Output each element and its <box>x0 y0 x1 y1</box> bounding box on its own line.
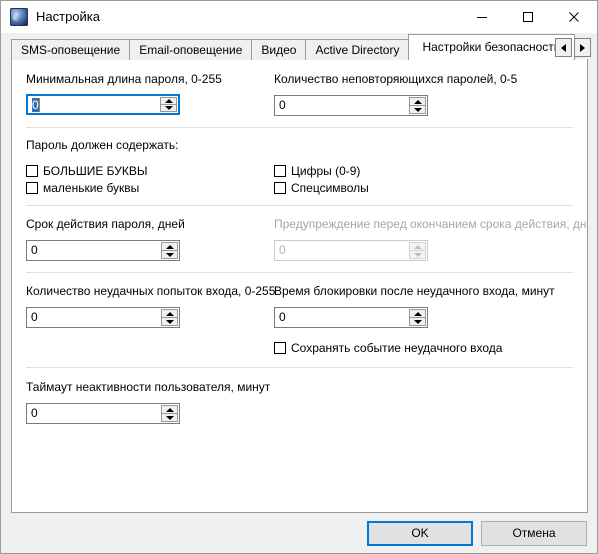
stepper-down-icon[interactable] <box>161 318 178 326</box>
expiry-warning-input: 0 <box>274 240 428 261</box>
stepper-down-icon[interactable] <box>160 105 177 112</box>
dialog-footer: OK Отмена <box>1 513 597 553</box>
settings-dialog-window: Настройка SMS-оповещение Email-оповещени… <box>0 0 598 554</box>
stepper-down-icon <box>409 251 426 259</box>
unique-passwords-input[interactable]: 0 <box>274 95 428 116</box>
expiry-warning-value: 0 <box>279 243 286 257</box>
password-validity-input[interactable]: 0 <box>26 240 180 261</box>
checkbox-icon[interactable] <box>274 164 286 177</box>
lockout-minutes-label: Время блокировки после неудачного входа,… <box>274 284 555 298</box>
cancel-button[interactable]: Отмена <box>481 520 587 546</box>
lockout-minutes-stepper[interactable] <box>409 309 426 326</box>
stepper-up-icon[interactable] <box>409 309 426 318</box>
ok-button[interactable]: OK <box>367 520 473 546</box>
section-password-validity: Срок действия пароля, дней 0 Предупрежде… <box>12 206 587 272</box>
min-password-length-label: Минимальная длина пароля, 0-255 <box>26 72 222 86</box>
lockout-minutes-input[interactable]: 0 <box>274 307 428 328</box>
checkbox-lowercase[interactable]: маленькие буквы <box>26 179 274 196</box>
failed-attempts-input[interactable]: 0 <box>26 307 180 328</box>
unique-passwords-value: 0 <box>279 98 286 112</box>
unique-passwords-stepper[interactable] <box>409 97 426 114</box>
stepper-down-icon[interactable] <box>409 318 426 326</box>
password-validity-value: 0 <box>31 243 38 257</box>
checkbox-icon[interactable] <box>274 341 286 354</box>
min-password-length-stepper[interactable] <box>160 97 177 112</box>
stepper-up-icon <box>409 242 426 251</box>
section-password-length: Минимальная длина пароля, 0-255 0 Количе… <box>12 59 587 127</box>
unique-passwords-label: Количество неповторяющихся паролей, 0-5 <box>274 72 518 86</box>
section-inactivity-timeout: Таймаут неактивности пользователя, минут… <box>12 368 587 424</box>
stepper-down-icon[interactable] <box>161 251 178 259</box>
password-requirements-caption: Пароль должен содержать: <box>26 138 179 152</box>
checkbox-uppercase[interactable]: БОЛЬШИЕ БУКВЫ <box>26 162 274 179</box>
stepper-down-icon[interactable] <box>161 414 178 422</box>
title-bar: Настройка <box>1 1 597 33</box>
checkbox-lowercase-label: маленькие буквы <box>43 180 140 195</box>
stepper-up-icon[interactable] <box>160 97 177 105</box>
checkbox-icon[interactable] <box>26 181 38 194</box>
checkbox-icon[interactable] <box>274 181 286 194</box>
tab-sms-notification[interactable]: SMS-оповещение <box>11 39 131 60</box>
stepper-up-icon[interactable] <box>161 242 178 251</box>
stepper-up-icon[interactable] <box>161 405 178 414</box>
stepper-up-icon[interactable] <box>409 97 426 106</box>
maximize-icon[interactable] <box>505 1 551 33</box>
tab-video[interactable]: Видео <box>251 39 307 60</box>
failed-attempts-stepper[interactable] <box>161 309 178 326</box>
stepper-up-icon[interactable] <box>161 309 178 318</box>
password-validity-stepper[interactable] <box>161 242 178 259</box>
min-password-length-input[interactable]: 0 <box>26 94 180 115</box>
tab-email-notification[interactable]: Email-оповещение <box>129 39 253 60</box>
failed-attempts-label: Количество неудачных попыток входа, 0-25… <box>26 284 276 298</box>
checkbox-save-failed-login-label: Сохранять событие неудачного входа <box>291 340 503 355</box>
checkbox-special-chars[interactable]: Спецсимволы <box>274 179 573 196</box>
stepper-down-icon[interactable] <box>409 106 426 114</box>
scroll-right-icon[interactable] <box>574 38 591 57</box>
security-settings-panel: Минимальная длина пароля, 0-255 0 Количе… <box>11 59 588 513</box>
checkbox-special-chars-label: Спецсимволы <box>291 180 369 195</box>
window-controls <box>459 1 597 33</box>
lockout-minutes-value: 0 <box>279 310 286 324</box>
scroll-left-icon[interactable] <box>555 38 572 57</box>
inactivity-timeout-stepper[interactable] <box>161 405 178 422</box>
tab-scroll-buttons <box>555 38 591 57</box>
failed-attempts-value: 0 <box>31 310 38 324</box>
window-title: Настройка <box>36 9 100 24</box>
expiry-warning-stepper <box>409 242 426 259</box>
tab-security-settings[interactable]: Настройки безопасности <box>408 34 575 60</box>
min-password-length-value: 0 <box>32 98 39 112</box>
tab-strip: SMS-оповещение Email-оповещение Видео Ac… <box>1 33 597 60</box>
inactivity-timeout-label: Таймаут неактивности пользователя, минут <box>26 380 271 394</box>
tab-active-directory[interactable]: Active Directory <box>305 39 410 60</box>
checkbox-digits-label: Цифры (0-9) <box>291 163 361 178</box>
inactivity-timeout-value: 0 <box>31 406 38 420</box>
inactivity-timeout-input[interactable]: 0 <box>26 403 180 424</box>
checkbox-save-failed-login[interactable]: Сохранять событие неудачного входа <box>274 339 573 356</box>
checkbox-digits[interactable]: Цифры (0-9) <box>274 162 573 179</box>
section-password-requirements: Пароль должен содержать: БОЛЬШИЕ БУКВЫ м… <box>12 128 587 205</box>
checkbox-icon[interactable] <box>26 164 38 177</box>
app-globe-icon <box>10 8 28 26</box>
section-failed-logins: Количество неудачных попыток входа, 0-25… <box>12 273 587 367</box>
password-validity-label: Срок действия пароля, дней <box>26 217 185 231</box>
minimize-icon[interactable] <box>459 1 505 33</box>
checkbox-uppercase-label: БОЛЬШИЕ БУКВЫ <box>43 163 148 178</box>
expiry-warning-label: Предупреждение перед окончанием срока де… <box>274 217 588 231</box>
close-icon[interactable] <box>551 1 597 33</box>
